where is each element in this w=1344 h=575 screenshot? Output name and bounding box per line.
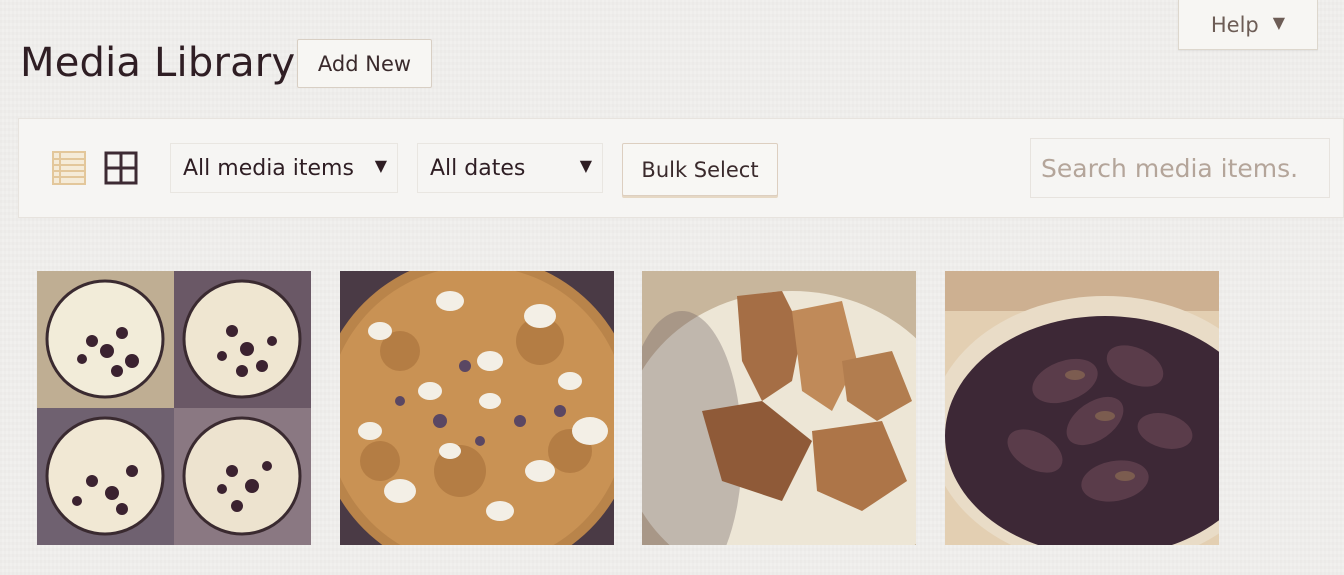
page-title: Media Library bbox=[20, 40, 296, 86]
help-tab[interactable]: Help ▼ bbox=[1178, 0, 1318, 50]
caret-down-icon: ▼ bbox=[374, 156, 387, 175]
media-type-filter[interactable]: All media items ▼ bbox=[170, 143, 398, 193]
caret-down-icon: ▼ bbox=[579, 156, 592, 175]
media-type-filter-value: All media items bbox=[183, 155, 354, 181]
media-thumbnail-paella[interactable] bbox=[340, 271, 614, 545]
list-view-icon[interactable] bbox=[52, 151, 86, 185]
fried-food-image bbox=[642, 271, 916, 545]
paella-image bbox=[340, 271, 614, 545]
date-filter[interactable]: All dates ▼ bbox=[417, 143, 603, 193]
mussels-image bbox=[945, 271, 1219, 545]
date-filter-value: All dates bbox=[430, 155, 526, 181]
media-toolbar: All media items ▼ All dates ▼ Bulk Selec… bbox=[18, 118, 1344, 218]
media-thumbnail-tarts[interactable] bbox=[37, 271, 311, 545]
media-thumbnail-mussels[interactable] bbox=[945, 271, 1219, 545]
help-label: Help bbox=[1210, 12, 1259, 37]
triangle-down-icon: ▼ bbox=[1272, 13, 1286, 32]
add-new-button[interactable]: Add New bbox=[297, 39, 432, 88]
tart-collage-image bbox=[37, 271, 311, 545]
bulk-select-button[interactable]: Bulk Select bbox=[622, 143, 778, 196]
grid-view-icon[interactable] bbox=[104, 151, 138, 185]
media-thumbnail-fried-food[interactable] bbox=[642, 271, 916, 545]
search-input[interactable] bbox=[1030, 138, 1330, 198]
